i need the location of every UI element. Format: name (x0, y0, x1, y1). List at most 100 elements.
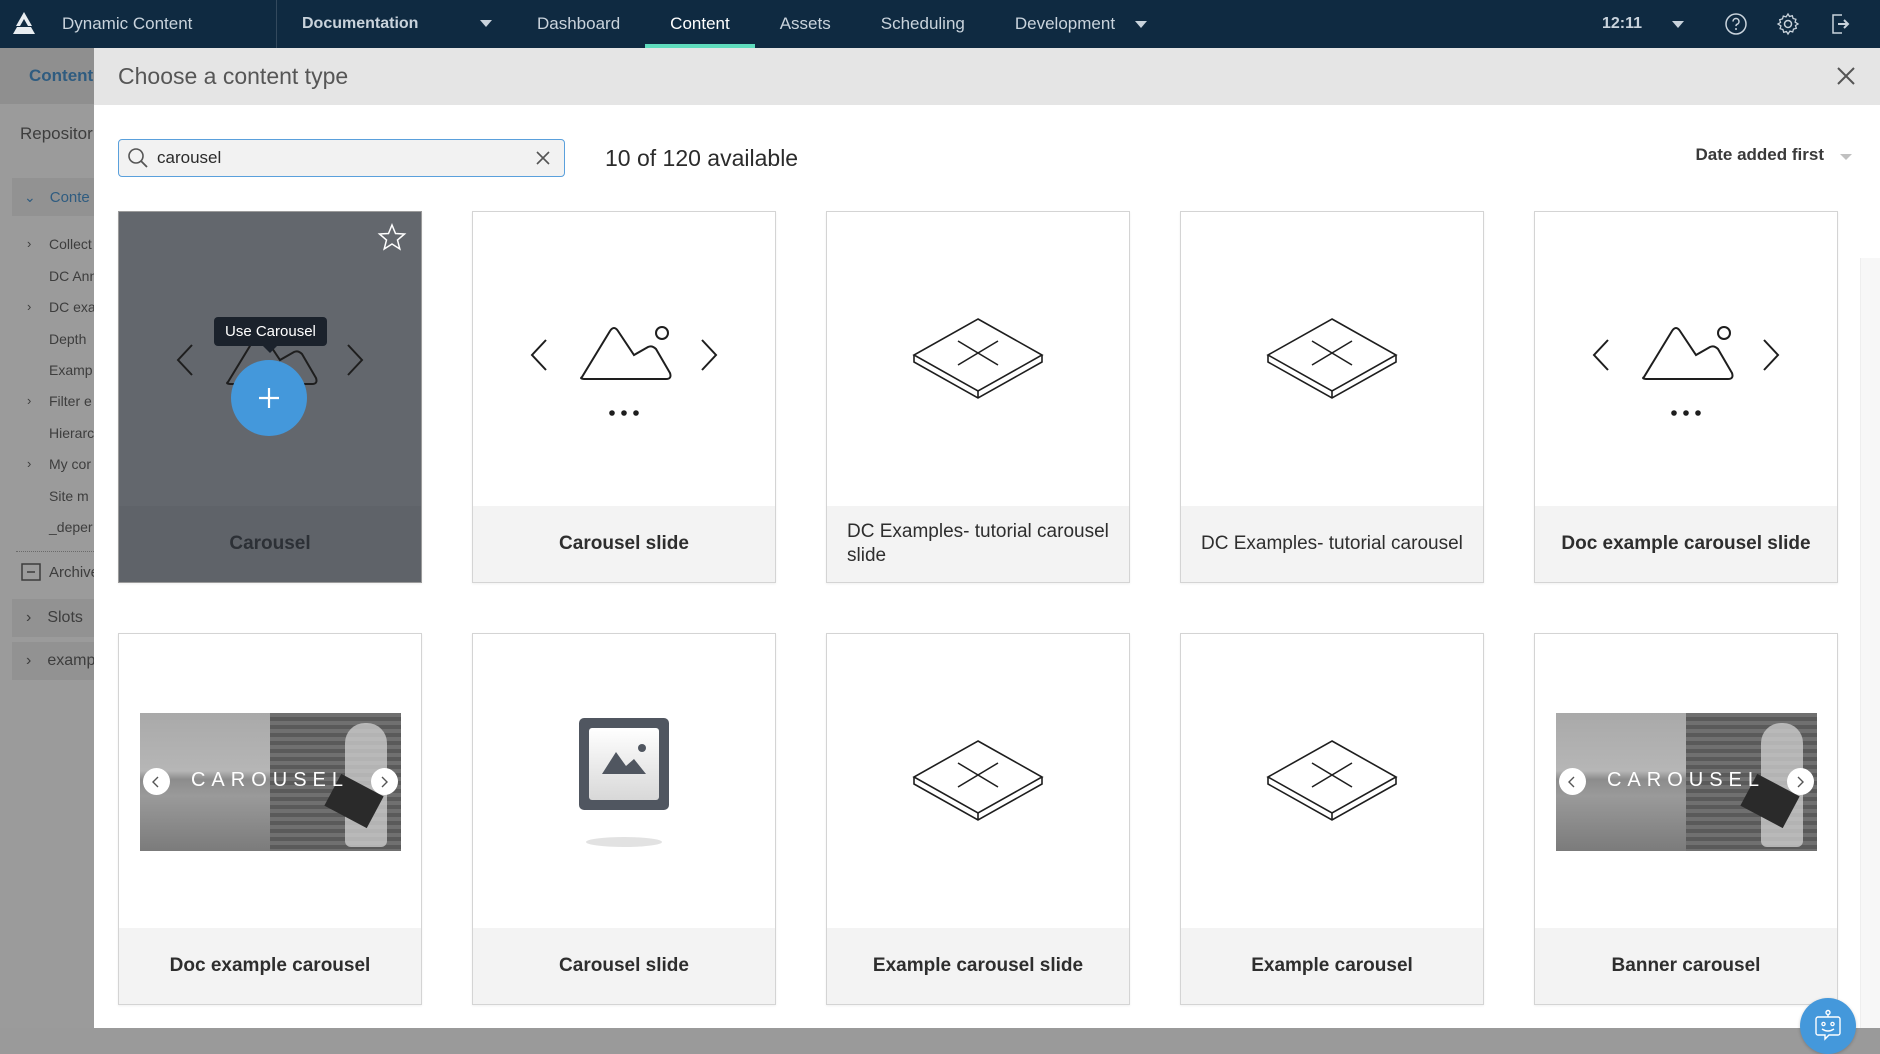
card-visual (473, 634, 775, 930)
card-visual (1535, 212, 1837, 508)
content-type-card[interactable]: CAROUSEL Doc example carousel (118, 633, 422, 1005)
card-label: Example carousel (1181, 928, 1483, 1004)
hub-selector[interactable]: Documentation (277, 0, 512, 48)
close-icon[interactable] (1834, 64, 1858, 88)
archive-icon (21, 563, 41, 581)
chevron-right-icon: › (26, 652, 32, 669)
scrollbar[interactable] (1860, 258, 1880, 1028)
brand: Dynamic Content (0, 0, 277, 48)
chevron-down-icon: ⌄ (24, 188, 36, 205)
content-type-card[interactable]: DC Examples- tutorial carousel slide (826, 211, 1130, 583)
sort-dropdown[interactable]: Date added first (1696, 145, 1852, 165)
tab-dashboard[interactable]: Dashboard (512, 0, 645, 48)
tree-item: DC exa (49, 299, 94, 315)
tab-scheduling[interactable]: Scheduling (856, 0, 990, 48)
chevron-right-icon: › (27, 299, 32, 314)
card-visual: CAROUSEL (119, 634, 421, 930)
card-visual (827, 634, 1129, 930)
content-type-placeholder-icon (912, 318, 1044, 399)
plus-icon (259, 388, 279, 408)
tree-item: Hierarc (49, 425, 94, 441)
content-type-placeholder-icon (912, 740, 1044, 821)
breadcrumb: Content (29, 66, 94, 85)
chevron-right-icon: › (27, 236, 32, 251)
search-input[interactable] (157, 148, 534, 168)
card-visual (473, 212, 775, 508)
card-label: Banner carousel (1535, 928, 1837, 1004)
previous-arrow-icon (142, 768, 170, 795)
tab-development[interactable]: Development (990, 0, 1172, 48)
search-field[interactable] (118, 139, 565, 177)
use-content-type-button[interactable] (231, 360, 307, 436)
tab-content[interactable]: Content (645, 0, 755, 48)
content-type-placeholder-icon (1266, 318, 1398, 399)
tree-item: Examp (49, 362, 93, 378)
archive-label: Archive (49, 564, 94, 581)
tree-item: Site m (49, 488, 89, 504)
tab-label: Assets (779, 14, 831, 33)
help-icon[interactable] (1724, 12, 1748, 36)
modal-toolbar: 10 of 120 available Date added first (94, 105, 1880, 195)
content-type-card[interactable]: CAROUSEL Banner carousel (1534, 633, 1838, 1005)
card-label: Doc example carousel slide (1535, 506, 1837, 582)
tab-label: Content (670, 14, 730, 33)
content-type-card[interactable]: DC Examples- tutorial carousel (1180, 211, 1484, 583)
carousel-photo-thumbnail: CAROUSEL (1555, 713, 1817, 851)
tab-label: Dashboard (537, 14, 621, 33)
app-name: Dynamic Content (62, 14, 193, 33)
tree-item: Depth (49, 331, 87, 347)
previous-arrow-icon (1558, 768, 1586, 795)
carousel-icon (530, 326, 718, 416)
image-placeholder-icon (579, 718, 669, 847)
card-label: DC Examples- tutorial carousel slide (827, 506, 1129, 582)
content-type-card[interactable]: Carousel slide (472, 211, 776, 583)
chevron-down-icon (1135, 20, 1148, 28)
repository-content-section: ⌄ Conte (12, 178, 94, 216)
content-type-card[interactable]: Example carousel slide (826, 633, 1130, 1005)
photo-caption: CAROUSEL (190, 769, 350, 791)
card-label: DC Examples- tutorial carousel (1181, 506, 1483, 582)
chevron-right-icon: › (27, 456, 32, 471)
clock: 12:11 (1601, 15, 1642, 32)
card-label: Example carousel slide (827, 928, 1129, 1004)
slots-label: Slots (47, 609, 83, 626)
chatbot-button[interactable] (1800, 998, 1856, 1054)
clock-dropdown-icon[interactable] (1672, 20, 1684, 28)
card-label: Carousel (119, 506, 421, 582)
tree-item: Filter e (49, 393, 92, 409)
tree-item: DC Ann (49, 268, 94, 284)
divider (16, 551, 94, 552)
content-type-placeholder-icon (1266, 740, 1398, 821)
card-label: Carousel slide (473, 506, 775, 582)
content-type-card[interactable]: Use Carousel Carousel (118, 211, 422, 583)
gear-icon[interactable] (1776, 12, 1800, 36)
chevron-right-icon: › (26, 609, 32, 626)
carousel-photo-thumbnail: CAROUSEL (139, 713, 401, 851)
favorite-star-icon[interactable] (377, 222, 407, 252)
content-type-card[interactable]: Doc example carousel slide (1534, 211, 1838, 583)
photo-caption: CAROUSEL (1606, 769, 1766, 791)
use-carousel-tooltip: Use Carousel (214, 317, 327, 353)
clear-search-icon[interactable] (534, 149, 552, 167)
modal-title: Choose a content type (118, 63, 349, 89)
repositories-heading: Repositor (20, 124, 93, 143)
chevron-down-icon (1840, 153, 1852, 160)
chevron-right-icon: › (27, 393, 32, 408)
tab-assets[interactable]: Assets (755, 0, 856, 48)
content-type-card[interactable]: Carousel slide (472, 633, 776, 1005)
search-icon (128, 148, 148, 168)
chatbot-icon (1815, 1009, 1841, 1041)
carousel-icon (1592, 326, 1780, 416)
section-label: Conte (49, 188, 90, 206)
next-arrow-icon (370, 768, 398, 795)
top-navigation: Dynamic Content Documentation Dashboard … (0, 0, 1880, 48)
modal-header: Choose a content type (94, 48, 1880, 105)
content-type-card[interactable]: Example carousel (1180, 633, 1484, 1005)
nav-right: 12:11 (1602, 0, 1880, 48)
amplience-logo-icon (13, 12, 35, 34)
next-arrow-icon (1786, 768, 1814, 795)
example-label: examp (47, 652, 94, 669)
background-content-panel: Content Repositor ⌄ Conte › Collect DC A… (0, 48, 94, 1028)
logout-icon[interactable] (1828, 12, 1852, 36)
chevron-down-icon (480, 20, 492, 27)
